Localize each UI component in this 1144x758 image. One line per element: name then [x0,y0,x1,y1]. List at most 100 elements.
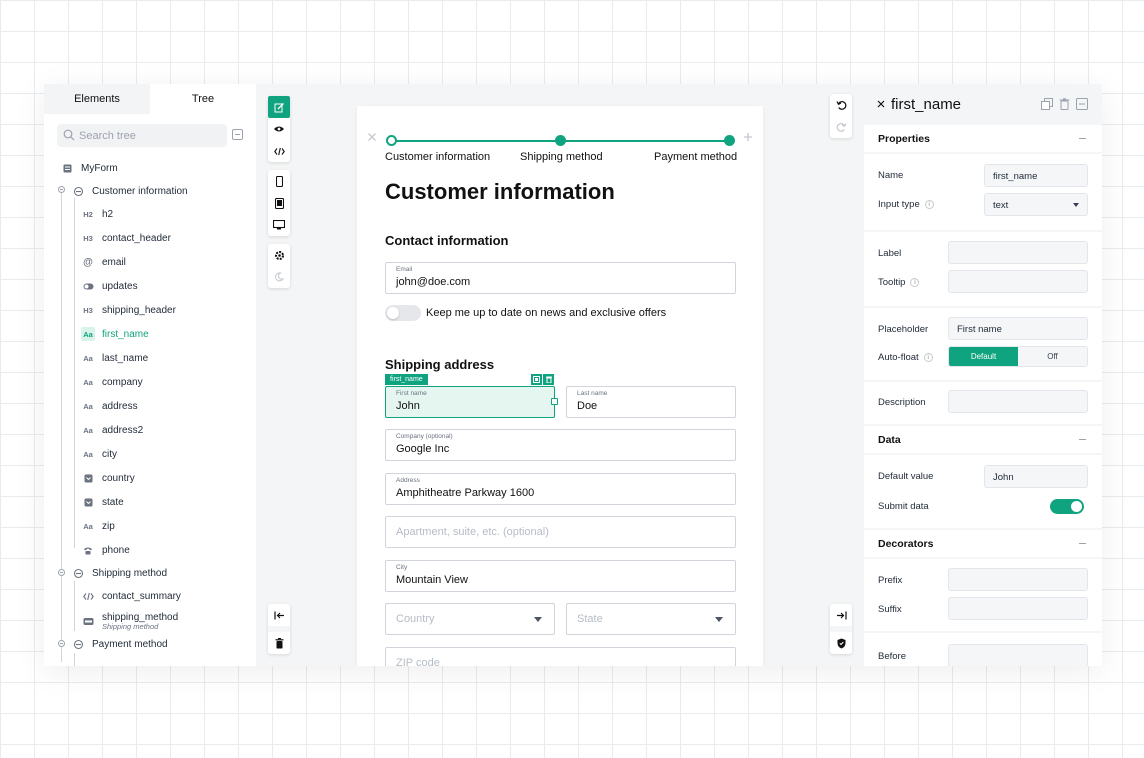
code-view-button[interactable] [268,140,290,162]
label-input[interactable] [948,241,1088,264]
default-value-label: Default value [878,471,934,482]
tree-item-state[interactable]: state [81,492,124,512]
updates-toggle-row[interactable]: Keep me up to date on news and exclusive… [385,304,666,322]
step-label-payment-method[interactable]: Payment method [654,151,737,163]
shield-icon[interactable] [830,632,852,654]
name-input[interactable]: first_name [984,164,1088,187]
email-field[interactable]: Email john@doe.com [385,262,736,294]
collapse-toggle-icon[interactable] [58,186,65,193]
state-select[interactable]: State [566,603,736,635]
city-field[interactable]: City Mountain View [385,560,736,592]
first-name-field-label: First name [396,390,427,397]
tree-item-company[interactable]: Aa company [81,372,143,392]
tab-tree[interactable]: Tree [150,84,256,114]
description-input[interactable] [948,390,1088,413]
step-label-shipping-method[interactable]: Shipping method [520,151,603,163]
tab-elements[interactable]: Elements [44,84,150,114]
submit-data-switch[interactable] [1050,499,1084,514]
trash-icon[interactable] [268,632,290,654]
trash-icon[interactable] [1059,98,1070,110]
collapse-all-icon[interactable] [232,129,243,140]
close-icon[interactable] [877,100,885,108]
minus-icon[interactable] [1079,439,1086,440]
add-step-icon[interactable] [743,132,753,142]
tree-item-updates[interactable]: updates [81,276,138,296]
updates-toggle[interactable] [385,305,421,321]
step-dot-2[interactable] [555,135,566,146]
address2-field[interactable]: Apartment, suite, etc. (optional) [385,516,736,548]
settings-gear-icon[interactable] [268,244,290,266]
expand-panel-icon[interactable] [830,604,852,626]
undo-icon[interactable] [830,94,852,116]
tree-group-customer-information[interactable]: Customer information [71,181,188,201]
updates-toggle-label: Keep me up to date on news and exclusive… [426,307,667,319]
tree-item-address[interactable]: Aa address [81,396,137,416]
close-icon[interactable] [367,132,377,142]
resize-handle[interactable] [551,398,558,405]
tree-item-shipping-method[interactable]: shipping_method Shipping method [81,608,178,634]
tree-item-zip[interactable]: Aa zip [81,516,115,536]
tree-item-shipping-header[interactable]: H3 shipping_header [81,300,176,320]
redo-icon[interactable] [830,116,852,138]
phone-icon [81,543,95,557]
address-field[interactable]: Address Amphitheatre Parkway 1600 [385,473,736,505]
duplicate-icon[interactable] [531,374,542,385]
placeholder-input[interactable]: First name [948,317,1088,340]
tree-item-email[interactable]: @ email [81,252,126,272]
info-icon[interactable]: i [923,353,933,362]
company-field[interactable]: Company (optional) Google Inc [385,429,736,461]
tree-item-contact-summary[interactable]: contact_summary [81,586,181,606]
tree-group-payment-method[interactable]: Payment method [71,634,168,654]
last-name-field[interactable]: Last name Doe [566,386,736,418]
minus-icon[interactable] [1079,138,1086,139]
before-input[interactable] [948,644,1088,666]
data-section-header[interactable]: Data [864,426,1102,453]
tree-item-address2[interactable]: Aa address2 [81,420,143,440]
country-select[interactable]: Country [385,603,555,635]
info-icon[interactable]: i [910,278,920,287]
properties-section-header[interactable]: Properties [864,125,1102,152]
company-field-label: Company (optional) [396,433,453,440]
tree-item-contact-header[interactable]: H3 contact_header [81,228,171,248]
tree-item-last-name[interactable]: Aa last_name [81,348,148,368]
search-tree-input[interactable] [79,129,219,142]
tree-item-myform[interactable]: MyForm [60,158,118,178]
tablet-view-button[interactable] [268,192,290,214]
copy-icon[interactable] [1041,98,1053,110]
preview-mode-button[interactable] [268,118,290,140]
step-label-customer-information[interactable]: Customer information [385,151,490,163]
tree-item-first-name[interactable]: Aa first_name [81,324,149,344]
auto-float-default-option[interactable]: Default [949,347,1018,366]
tree-group-shipping-method[interactable]: Shipping method [71,563,167,583]
suffix-input[interactable] [948,597,1088,620]
collapse-panel-icon[interactable] [1076,98,1088,110]
tooltip-input[interactable] [948,270,1088,293]
zip-field[interactable]: ZIP code [385,647,736,666]
info-icon[interactable]: i [924,200,934,209]
trash-icon[interactable] [543,374,554,385]
edit-mode-button[interactable] [268,96,290,118]
tree-item-h2[interactable]: H2 h2 [81,204,113,224]
default-value-input[interactable]: John [984,465,1088,488]
auto-float-off-option[interactable]: Off [1018,347,1087,366]
tree-item-label: company [102,376,143,388]
prefix-input[interactable] [948,568,1088,591]
dark-mode-moon-icon[interactable] [268,266,290,288]
city-field-value: Mountain View [396,574,468,586]
tree-item-country[interactable]: country [81,468,135,488]
state-select-placeholder: State [577,613,603,625]
desktop-view-button[interactable] [268,214,290,236]
step-dot-1[interactable] [386,135,397,146]
step-icon [71,637,85,651]
step-dot-3[interactable] [724,135,735,146]
tree-item-city[interactable]: Aa city [81,444,117,464]
input-type-select[interactable]: text [984,193,1088,216]
decorators-section-header[interactable]: Decorators [864,530,1102,557]
collapse-toggle-icon[interactable] [58,569,65,576]
minus-icon[interactable] [1079,543,1086,544]
mobile-view-button[interactable] [268,170,290,192]
tree-item-phone[interactable]: phone [81,540,130,560]
collapse-panel-icon[interactable] [268,604,290,626]
first-name-field[interactable]: First name John [385,386,555,418]
collapse-toggle-icon[interactable] [58,640,65,647]
